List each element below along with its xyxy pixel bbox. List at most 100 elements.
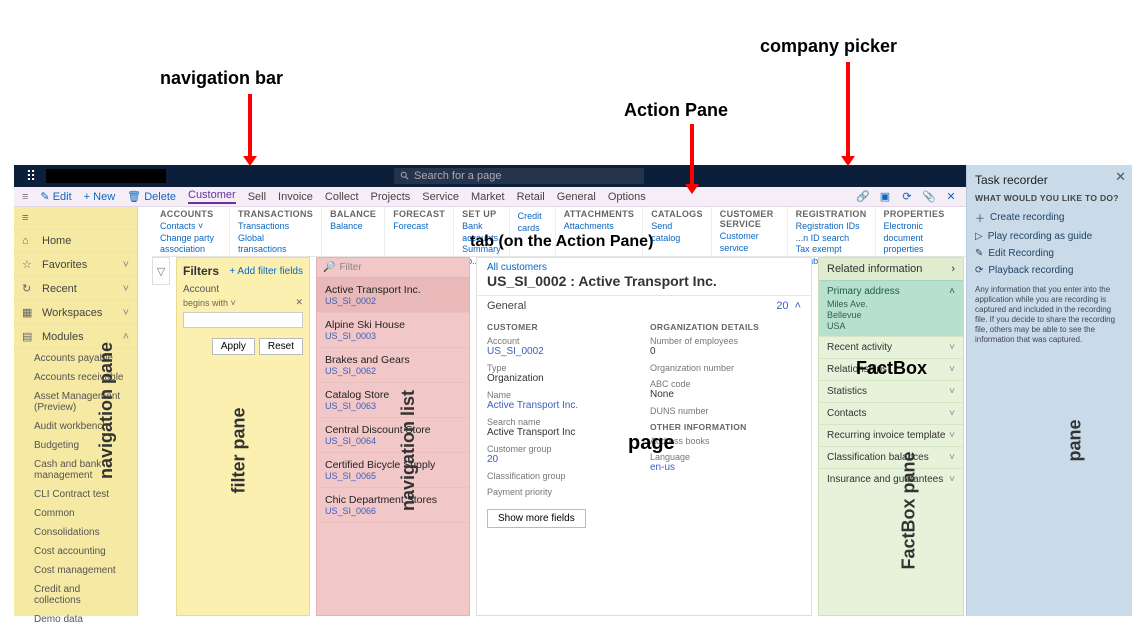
factbox-row[interactable]: Recurring invoice template˅: [819, 424, 963, 446]
ann-tab: tab (on the Action Pane): [470, 233, 653, 251]
attach-icon[interactable]: 📎: [922, 190, 936, 204]
factbox-header[interactable]: Related information›: [819, 258, 963, 280]
factbox-row[interactable]: Classification balances˅: [819, 446, 963, 468]
close-icon[interactable]: ✕: [944, 190, 958, 204]
refresh-icon[interactable]: ⟳: [900, 190, 914, 204]
list-item[interactable]: Chic Department StoresUS_SI_0066: [317, 488, 469, 523]
tab-collect[interactable]: Collect: [325, 191, 359, 203]
nav-workspaces[interactable]: ▦Workspaces˅: [14, 301, 137, 325]
task-subtitle: WHAT WOULD YOU LIKE TO DO?: [975, 193, 1124, 203]
nav-modules[interactable]: ▤Modules˄: [14, 325, 137, 349]
filter-input[interactable]: [183, 312, 303, 328]
navigation-list: 🔎Filter Active Transport Inc.US_SI_0002 …: [316, 257, 470, 616]
navigation-bar: ⠿ Search for a page USSI 🔔 ⚙ ?: [14, 165, 1132, 187]
module-item[interactable]: Common: [14, 504, 137, 523]
module-item[interactable]: Asset Management (Preview): [14, 387, 137, 417]
show-more-button[interactable]: Show more fields: [487, 509, 586, 528]
list-item[interactable]: Brakes and GearsUS_SI_0062: [317, 348, 469, 383]
breadcrumb[interactable]: All customers: [477, 258, 811, 273]
factbox-row[interactable]: Contacts˅: [819, 402, 963, 424]
link-icon[interactable]: 🔗: [856, 190, 870, 204]
nav-burger[interactable]: ≡: [14, 207, 137, 230]
ann-filterpane: filter pane: [229, 407, 250, 493]
global-search[interactable]: Search for a page: [394, 168, 644, 184]
tab-sell[interactable]: Sell: [248, 191, 266, 203]
list-item[interactable]: Alpine Ski HouseUS_SI_0003: [317, 313, 469, 348]
clear-icon[interactable]: ✕: [295, 297, 303, 308]
menu-icon[interactable]: ≡: [22, 191, 28, 203]
module-item[interactable]: Accounts payable: [14, 349, 137, 368]
chevron-right-icon: ›: [951, 263, 955, 275]
edit-button[interactable]: ✎ Edit: [40, 190, 71, 203]
plus-icon: ＋: [975, 210, 985, 225]
tab-projects[interactable]: Projects: [371, 191, 411, 203]
module-item[interactable]: Cost accounting: [14, 542, 137, 561]
task-note: Any information that you enter into the …: [975, 285, 1124, 345]
navigation-pane: ≡ ⌂Home ☆Favorites˅ ↻Recent˅ ▦Workspaces…: [14, 207, 138, 616]
list-item[interactable]: Central Discount StoreUS_SI_0064: [317, 418, 469, 453]
tab-options[interactable]: Options: [608, 191, 646, 203]
module-item[interactable]: CLI Contract test: [14, 485, 137, 504]
arrow-company: [846, 62, 850, 158]
module-item[interactable]: Demo data: [14, 610, 137, 629]
new-button[interactable]: + New: [84, 191, 116, 203]
tab-market[interactable]: Market: [471, 191, 505, 203]
list-item[interactable]: Active Transport Inc.US_SI_0002: [317, 278, 469, 313]
list-filter[interactable]: 🔎Filter: [317, 258, 469, 278]
module-item[interactable]: Cost management: [14, 561, 137, 580]
app-launcher-icon[interactable]: ⠿: [20, 168, 42, 185]
tab-general[interactable]: General: [557, 191, 596, 203]
edit-recording-link[interactable]: ✎Edit Recording: [975, 245, 1124, 262]
list-item[interactable]: Certified Bicycle SupplyUS_SI_0065: [317, 453, 469, 488]
reset-button[interactable]: Reset: [259, 338, 303, 355]
module-item[interactable]: Budgeting: [14, 436, 137, 455]
close-icon[interactable]: ✕: [1115, 169, 1126, 185]
arrow-navbar: [248, 94, 252, 158]
tab-service[interactable]: Service: [422, 191, 459, 203]
filter-operator[interactable]: begins with ˅: [183, 298, 236, 308]
section-general[interactable]: General 20˄: [477, 296, 811, 316]
module-item[interactable]: Credit and collections: [14, 580, 137, 610]
arrow-actionpane: [690, 124, 694, 186]
filter-title: Filters: [183, 264, 219, 278]
task-title: Task recorder: [975, 173, 1124, 187]
add-filter-button[interactable]: + Add filter fields: [229, 266, 303, 277]
apply-button[interactable]: Apply: [212, 338, 255, 355]
factbox-row[interactable]: Insurance and guarantees˅: [819, 468, 963, 490]
search-placeholder: Search for a page: [414, 170, 501, 182]
ann-company: company picker: [760, 36, 897, 57]
factbox-pane: Related information› Primary address˄ Mi…: [818, 257, 964, 616]
module-item[interactable]: Cash and bank management: [14, 455, 137, 485]
module-item[interactable]: Consolidations: [14, 523, 137, 542]
nav-home[interactable]: ⌂Home: [14, 230, 137, 253]
create-recording-link[interactable]: ＋Create recording: [975, 207, 1124, 228]
factbox-row[interactable]: Statistics˅: [819, 380, 963, 402]
ann-navpane: navigation pane: [96, 342, 117, 479]
delete-button[interactable]: 🗑 Delete: [127, 190, 176, 203]
playback-recording-link[interactable]: ⟳Playback recording: [975, 262, 1124, 279]
chevron-up-icon: ˄: [949, 286, 955, 297]
nav-favorites[interactable]: ☆Favorites˅: [14, 253, 137, 277]
ann-factbox: FactBox: [856, 358, 927, 379]
play-recording-link[interactable]: ▷Play recording as guide: [975, 228, 1124, 245]
filter-rail[interactable]: ▽: [152, 257, 170, 285]
tab-customer[interactable]: Customer: [188, 189, 236, 204]
nav-recent[interactable]: ↻Recent˅: [14, 277, 137, 301]
ann-navbar: navigation bar: [160, 68, 283, 89]
factbox-primary-address[interactable]: Primary address˄ Miles Ave. Bellevue USA: [819, 280, 963, 336]
ann-actionpane: Action Pane: [624, 100, 728, 121]
factbox-row[interactable]: Recent activity˅: [819, 336, 963, 358]
search-icon: [400, 171, 410, 181]
office-icon[interactable]: ▣: [878, 190, 892, 204]
tab-invoice[interactable]: Invoice: [278, 191, 313, 203]
tab-retail[interactable]: Retail: [517, 191, 545, 203]
play-icon: ▷: [975, 231, 983, 242]
page-title: US_SI_0002 : Active Transport Inc.: [477, 273, 811, 295]
module-item[interactable]: Audit workbench: [14, 417, 137, 436]
ann-page: page: [628, 432, 675, 455]
redacted-area: [46, 169, 166, 183]
group-accounts: ACCOUNTS: [160, 209, 221, 219]
action-pane: ≡ ✎ Edit + New 🗑 Delete Customer Sell In…: [14, 187, 966, 207]
list-item[interactable]: Catalog StoreUS_SI_0063: [317, 383, 469, 418]
module-item[interactable]: Accounts receivable: [14, 368, 137, 387]
